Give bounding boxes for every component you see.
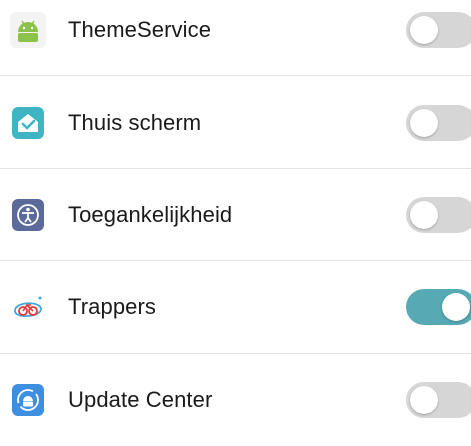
- app-name: Thuis scherm: [68, 110, 202, 135]
- app-name: Update Center: [68, 387, 213, 412]
- toggle-knob: [410, 201, 438, 229]
- list-item-themeservice[interactable]: ThemeService: [0, 0, 471, 76]
- android-icon: [10, 12, 46, 48]
- home-screen-icon: [10, 105, 46, 141]
- bicycle-icon: [10, 289, 46, 325]
- list-item-toegankelijkheid[interactable]: Toegankelijkheid: [0, 169, 471, 261]
- toggle-switch[interactable]: [406, 12, 471, 48]
- list-item-thuis-scherm[interactable]: Thuis scherm: [0, 77, 471, 169]
- app-name: ThemeService: [68, 17, 212, 42]
- toggle-knob: [410, 109, 438, 137]
- toggle-switch[interactable]: [406, 289, 471, 325]
- toggle-knob: [410, 16, 438, 44]
- list-item-trappers[interactable]: Trappers: [0, 261, 471, 353]
- toggle-switch[interactable]: [406, 382, 471, 418]
- app-permission-list: ThemeService Thuis scherm Toegankelijkhe…: [0, 0, 471, 435]
- app-name: Trappers: [68, 294, 157, 319]
- toggle-knob: [442, 293, 470, 321]
- update-center-icon: [10, 382, 46, 418]
- app-name: Toegankelijkheid: [68, 202, 233, 227]
- toggle-knob: [410, 386, 438, 414]
- accessibility-icon: [10, 197, 46, 233]
- list-item-update-center[interactable]: Update Center: [0, 354, 471, 446]
- toggle-switch[interactable]: [406, 197, 471, 233]
- divider: [0, 75, 471, 76]
- toggle-switch[interactable]: [406, 105, 471, 141]
